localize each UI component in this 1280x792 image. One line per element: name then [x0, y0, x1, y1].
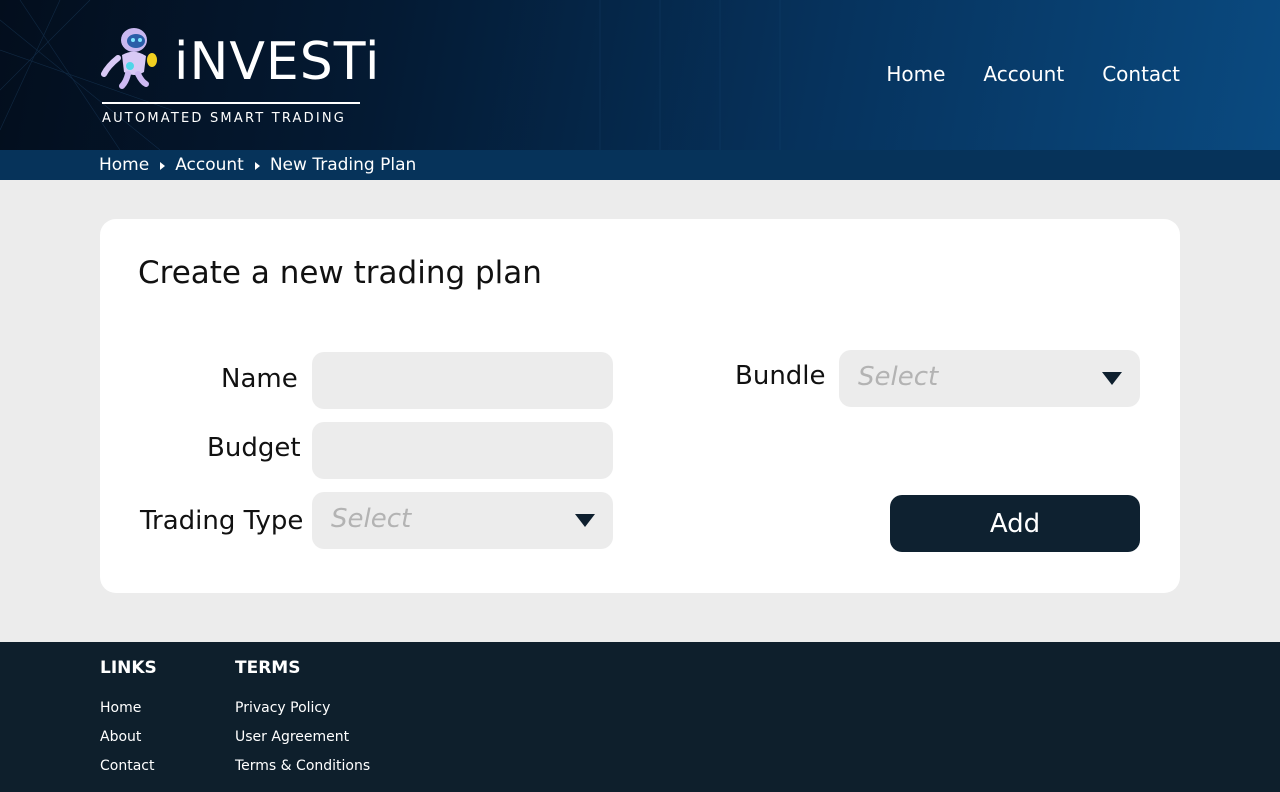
dropdown-caret-icon: [575, 514, 595, 527]
top-navigation: Home Account Contact: [886, 62, 1180, 86]
trading-type-selected-value: Select: [331, 504, 412, 534]
site-header: iNVESTi AUTOMATED SMART TRADING Home Acc…: [0, 0, 1280, 150]
footer-terms-heading: TERMS: [235, 658, 301, 678]
new-plan-card: Create a new trading plan Name Budget Tr…: [100, 219, 1180, 593]
breadcrumb-arrow-icon: [254, 162, 260, 170]
breadcrumb-current-page: New Trading Plan: [269, 155, 417, 175]
brand-divider: [102, 102, 360, 104]
bundle-select[interactable]: Select: [839, 350, 1140, 407]
footer-about-link[interactable]: About: [100, 723, 157, 752]
name-label: Name: [221, 364, 298, 394]
footer-user-agreement-link[interactable]: User Agreement: [235, 723, 370, 752]
site-footer: LINKS Home About Contact TERMS Privacy P…: [0, 642, 1280, 792]
footer-contact-link[interactable]: Contact: [100, 752, 157, 781]
trading-type-label: Trading Type: [140, 506, 304, 536]
name-input[interactable]: [312, 352, 613, 409]
breadcrumb-account-link[interactable]: Account: [175, 155, 244, 175]
budget-label: Budget: [207, 433, 301, 463]
brand-name: iNVESTi: [174, 32, 381, 92]
breadcrumb: Home Account New Trading Plan: [0, 150, 1280, 180]
budget-input[interactable]: [312, 422, 613, 479]
footer-links-heading: LINKS: [100, 658, 157, 678]
footer-terms-conditions-link[interactable]: Terms & Conditions: [235, 752, 370, 781]
breadcrumb-home-link[interactable]: Home: [99, 155, 149, 175]
add-button[interactable]: Add: [890, 495, 1140, 552]
footer-privacy-link[interactable]: Privacy Policy: [235, 694, 370, 723]
brand-logo[interactable]: iNVESTi AUTOMATED SMART TRADING: [100, 22, 379, 132]
nav-contact-link[interactable]: Contact: [1102, 62, 1180, 86]
robot-mascot-logo: [101, 28, 157, 89]
nav-account-link[interactable]: Account: [983, 62, 1064, 86]
page-title: Create a new trading plan: [138, 255, 542, 291]
bundle-selected-value: Select: [858, 362, 939, 392]
footer-links-column: LINKS Home About Contact: [100, 658, 157, 781]
footer-home-link[interactable]: Home: [100, 694, 157, 723]
brand-tagline: AUTOMATED SMART TRADING: [102, 111, 347, 126]
dropdown-caret-icon: [1102, 372, 1122, 385]
footer-terms-column: TERMS Privacy Policy User Agreement Term…: [235, 658, 370, 781]
trading-type-select[interactable]: Select: [312, 492, 613, 549]
bundle-label: Bundle: [735, 361, 826, 391]
nav-home-link[interactable]: Home: [886, 62, 945, 86]
breadcrumb-arrow-icon: [160, 162, 166, 170]
